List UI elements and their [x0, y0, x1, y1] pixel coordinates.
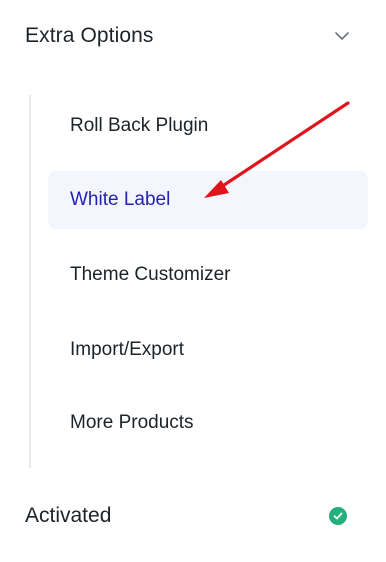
status-label: Activated — [25, 504, 112, 527]
check-circle-icon — [329, 507, 347, 525]
submenu-item-roll-back-plugin[interactable]: Roll Back Plugin — [48, 97, 368, 155]
chevron-down-icon[interactable] — [332, 26, 352, 46]
submenu-tree-line — [29, 95, 31, 468]
submenu-item-theme-customizer[interactable]: Theme Customizer — [48, 246, 368, 304]
section-title: Extra Options — [25, 24, 154, 47]
submenu-item-more-products[interactable]: More Products — [48, 394, 368, 452]
activation-status: Activated — [25, 498, 347, 534]
submenu-item-white-label[interactable]: White Label — [48, 171, 368, 229]
submenu-item-import-export[interactable]: Import/Export — [48, 321, 368, 379]
extra-options-section-header[interactable]: Extra Options — [25, 18, 355, 54]
